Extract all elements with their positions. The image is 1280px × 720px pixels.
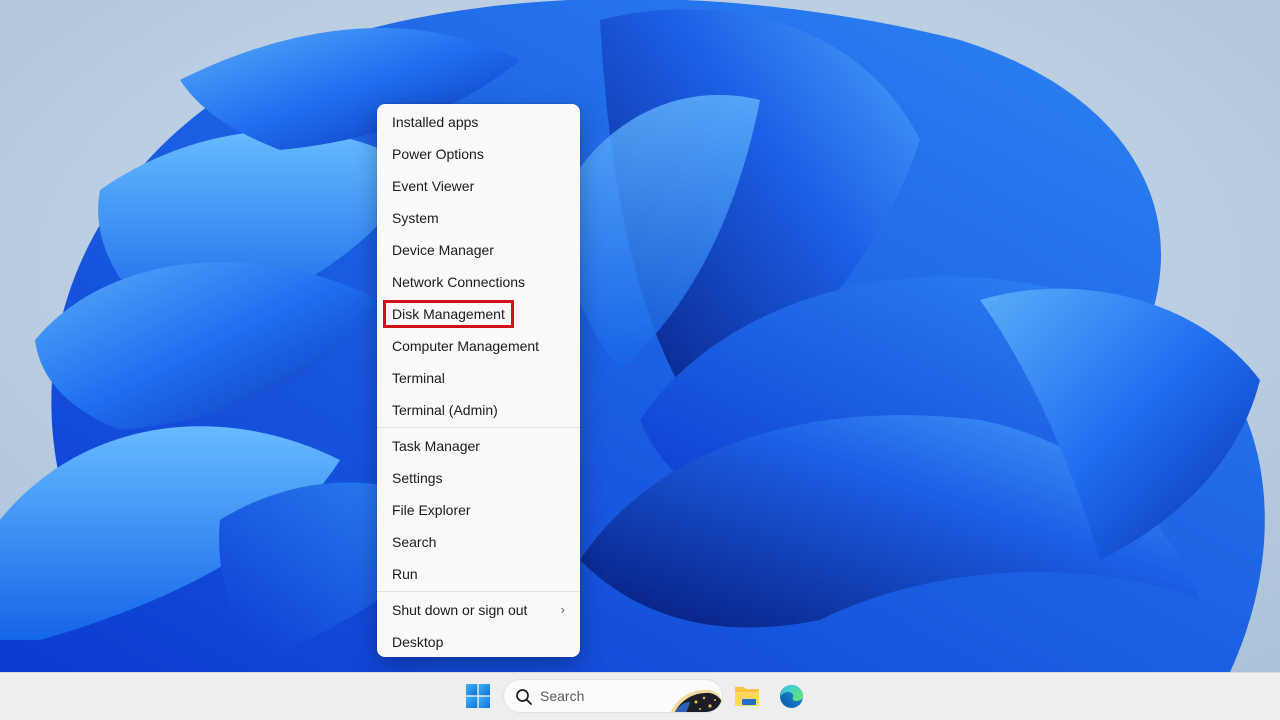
menu-separator	[377, 427, 580, 428]
folder-icon	[735, 687, 759, 706]
search-placeholder: Search	[540, 688, 585, 704]
chevron-right-icon: ›	[560, 602, 565, 617]
menu-item-label: Settings	[392, 470, 443, 486]
menu-item-label-wrap: Power Options	[392, 138, 484, 170]
menu-item-label: Installed apps	[392, 114, 479, 130]
menu-item-label-wrap: Terminal (Admin)	[392, 394, 498, 426]
menu-item-label-wrap: Network Connections	[392, 266, 525, 298]
menu-item-label-wrap: Search	[392, 526, 436, 558]
menu-item-desktop[interactable]: Desktop	[377, 626, 580, 658]
menu-item-network-connections[interactable]: Network Connections	[377, 266, 580, 298]
menu-item-label: Computer Management	[392, 338, 540, 354]
menu-item-label: Terminal	[392, 370, 445, 386]
menu-item-system[interactable]: System	[377, 202, 580, 234]
search-highlight-art-icon	[670, 689, 722, 712]
menu-item-run[interactable]: Run	[377, 558, 580, 590]
windows-logo-icon	[466, 684, 490, 708]
menu-item-label: Power Options	[392, 146, 484, 162]
menu-item-label: Desktop	[392, 634, 444, 650]
menu-item-label: Task Manager	[392, 438, 480, 454]
menu-item-label: File Explorer	[392, 502, 471, 518]
taskbar: Search	[0, 672, 1280, 720]
menu-item-label: Shut down or sign out	[392, 602, 528, 618]
menu-item-label-wrap: Task Manager	[392, 430, 480, 462]
start-button[interactable]	[466, 684, 490, 708]
menu-item-label: Run	[392, 566, 418, 582]
menu-item-label-wrap: File Explorer	[392, 494, 471, 526]
taskbar-edge[interactable]	[779, 684, 804, 709]
menu-item-label: Device Manager	[392, 242, 494, 258]
menu-item-label-wrap: System	[392, 202, 439, 234]
menu-item-label-wrap: Settings	[392, 462, 443, 494]
menu-item-device-manager[interactable]: Device Manager	[377, 234, 580, 266]
menu-item-computer-management[interactable]: Computer Management	[377, 330, 580, 362]
menu-item-power-options[interactable]: Power Options	[377, 138, 580, 170]
taskbar-search-box[interactable]: Search	[503, 679, 723, 713]
menu-item-label-wrap: Run	[392, 558, 418, 590]
menu-item-label: Event Viewer	[392, 178, 475, 194]
menu-item-label-wrap: Installed apps	[392, 106, 478, 138]
menu-item-label: Network Connections	[392, 274, 526, 290]
menu-item-label-wrap: Terminal	[392, 362, 445, 394]
menu-item-label: Disk Management	[392, 306, 505, 322]
menu-item-label: Terminal (Admin)	[392, 402, 498, 418]
menu-item-label-wrap: Desktop	[392, 626, 443, 658]
menu-item-shut-down-or-sign-out[interactable]: Shut down or sign out ›	[377, 594, 580, 626]
menu-item-label: Search	[392, 534, 437, 550]
menu-item-label-wrap: Device Manager	[392, 234, 494, 266]
menu-item-settings[interactable]: Settings	[377, 462, 580, 494]
edge-icon	[780, 685, 803, 708]
quick-link-context-menu: Installed apps Power Options Event Viewer S…	[377, 104, 580, 657]
menu-item-label-wrap: Computer Management	[392, 330, 539, 362]
desktop-wallpaper	[0, 0, 1280, 672]
taskbar-file-explorer[interactable]	[734, 684, 760, 708]
menu-item-event-viewer[interactable]: Event Viewer	[377, 170, 580, 202]
menu-item-label-wrap: Shut down or sign out	[392, 594, 527, 626]
menu-item-installed-apps[interactable]: Installed apps	[377, 106, 580, 138]
search-icon	[516, 689, 532, 705]
menu-item-terminal-admin[interactable]: Terminal (Admin)	[377, 394, 580, 426]
menu-item-disk-management[interactable]: Disk Management	[377, 298, 580, 330]
highlight-box: Disk Management	[383, 300, 514, 328]
menu-separator	[377, 591, 580, 592]
menu-item-terminal[interactable]: Terminal	[377, 362, 580, 394]
menu-item-search[interactable]: Search	[377, 526, 580, 558]
menu-item-label: System	[392, 210, 439, 226]
menu-item-task-manager[interactable]: Task Manager	[377, 430, 580, 462]
menu-item-label-wrap: Event Viewer	[392, 170, 474, 202]
menu-item-file-explorer[interactable]: File Explorer	[377, 494, 580, 526]
